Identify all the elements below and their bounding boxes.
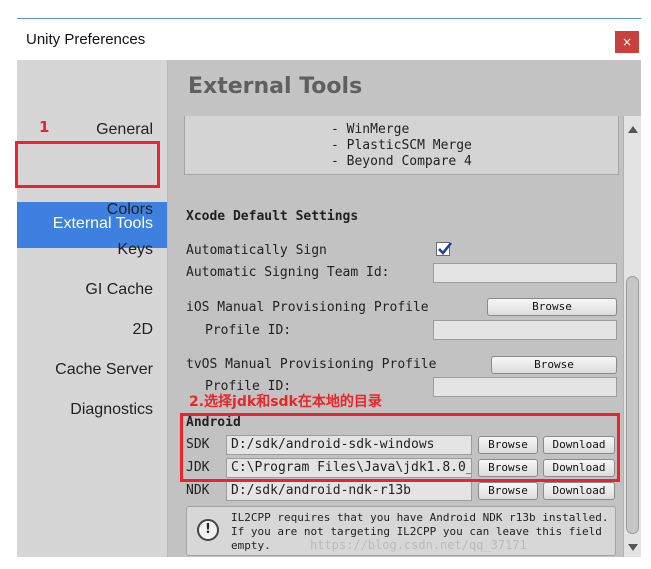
xcode-section-header: Xcode Default Settings bbox=[186, 209, 359, 224]
annotation-box-android-paths bbox=[180, 413, 620, 482]
sidebar-item-general[interactable]: General bbox=[96, 121, 153, 139]
info-icon: ! bbox=[197, 519, 219, 541]
window-title: Unity Preferences bbox=[26, 31, 146, 48]
diff-tool-item: - PlasticSCM Merge bbox=[331, 138, 472, 153]
settings-scroll-pane: - WinMerge - PlasticSCM Merge - Beyond C… bbox=[168, 116, 623, 557]
main-panel: External Tools - WinMerge - PlasticSCM M… bbox=[168, 60, 641, 557]
automatically-sign-checkbox[interactable] bbox=[436, 242, 453, 256]
diff-tools-list: - WinMerge - PlasticSCM Merge - Beyond C… bbox=[184, 116, 619, 175]
sidebar-item-cache-server[interactable]: Cache Server bbox=[55, 361, 153, 379]
sidebar-item-diagnostics[interactable]: Diagnostics bbox=[70, 401, 153, 419]
window-top-border bbox=[17, 18, 641, 19]
sidebar-item-colors[interactable]: Colors bbox=[107, 201, 153, 219]
scroll-up-arrow-icon[interactable] bbox=[628, 126, 638, 133]
ndk-label: NDK bbox=[186, 483, 210, 498]
page-title: External Tools bbox=[188, 74, 363, 99]
tvos-profile-id-field[interactable] bbox=[433, 377, 617, 397]
close-button[interactable]: × bbox=[615, 31, 639, 53]
annotation-step-2: 2.选择jdk和sdk在本地的目录 bbox=[189, 394, 382, 410]
ndk-download-button[interactable]: Download bbox=[543, 482, 615, 500]
ios-profile-label: iOS Manual Provisioning Profile bbox=[186, 300, 429, 315]
help-text-line: empty. bbox=[231, 539, 271, 552]
ndk-path-field[interactable]: D:/sdk/android-ndk-r13b bbox=[226, 481, 472, 501]
scrollbar-thumb[interactable] bbox=[626, 276, 639, 534]
ios-profile-id-field[interactable] bbox=[433, 320, 617, 340]
ios-profile-id-label: Profile ID: bbox=[205, 323, 292, 338]
sidebar-item-gi-cache[interactable]: GI Cache bbox=[85, 281, 153, 299]
sidebar-item-keys[interactable]: Keys bbox=[117, 241, 153, 259]
tvos-profile-browse-button[interactable]: Browse bbox=[491, 356, 617, 374]
automatically-sign-label: Automatically Sign bbox=[186, 243, 327, 258]
signing-team-id-label: Automatic Signing Team Id: bbox=[186, 265, 390, 280]
ndk-browse-button[interactable]: Browse bbox=[478, 482, 538, 500]
sidebar-item-2d[interactable]: 2D bbox=[133, 321, 153, 339]
vertical-scrollbar[interactable] bbox=[623, 116, 641, 557]
diff-tool-item: - WinMerge bbox=[331, 122, 410, 137]
diff-tool-item: - Beyond Compare 4 bbox=[331, 154, 472, 169]
tvos-profile-label: tvOS Manual Provisioning Profile bbox=[186, 357, 437, 372]
signing-team-id-field[interactable] bbox=[433, 263, 617, 283]
watermark: https://blog.csdn.net/qq_37171 bbox=[310, 538, 527, 552]
scroll-down-arrow-icon[interactable] bbox=[628, 544, 638, 551]
annotation-box-external-tools bbox=[15, 141, 160, 188]
checkmark-icon bbox=[438, 242, 453, 255]
help-text-line: IL2CPP requires that you have Android ND… bbox=[231, 511, 609, 524]
ios-profile-browse-button[interactable]: Browse bbox=[487, 298, 617, 316]
help-text-line: If you are not targeting IL2CPP you can … bbox=[231, 525, 602, 538]
annotation-step-1: 1 bbox=[39, 118, 50, 136]
